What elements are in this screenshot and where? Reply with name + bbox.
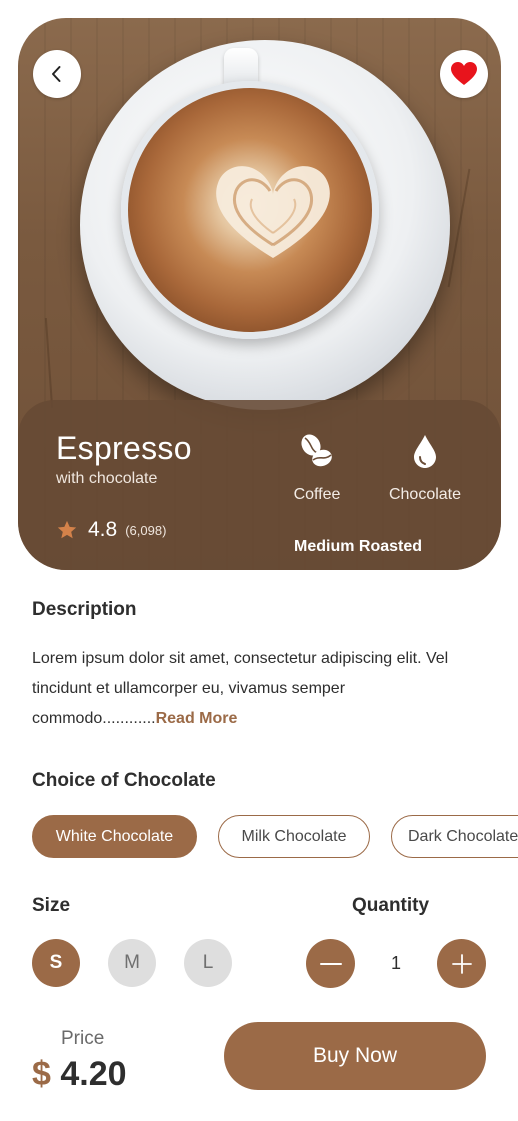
chevron-left-icon [52,66,61,82]
back-button[interactable] [33,50,81,98]
increase-quantity-button[interactable] [437,939,486,988]
rating-count: (6,098) [125,522,167,538]
quantity-value: 1 [390,953,401,973]
price-value: $ 4.20 [32,1055,127,1094]
roast-level: Medium Roasted [294,538,423,555]
product-info-panel: Espresso with chocolate 4.8 (6,098) Coff… [18,400,501,570]
buy-now-button[interactable]: Buy Now [224,1022,486,1090]
price-label: Price [61,1028,105,1049]
chip-dark-chocolate[interactable]: Dark Chocolate [391,815,518,858]
price-amount: 4.20 [60,1055,127,1093]
description-heading: Description [32,599,137,620]
wood-grain [44,318,54,408]
description-body: Lorem ipsum dolor sit amet, consectetur … [32,650,449,727]
currency-symbol: $ [32,1055,51,1093]
size-heading: Size [32,895,71,916]
size-l-button[interactable]: L [184,939,232,987]
hero-image-card: Espresso with chocolate 4.8 (6,098) Coff… [18,18,501,570]
size-s-button[interactable]: S [32,939,80,987]
read-more-link[interactable]: Read More [156,710,238,727]
latte-art-heart [216,166,330,258]
size-m-button[interactable]: M [108,939,156,987]
attribute-coffee: Coffee [272,433,362,504]
attribute-chocolate: Chocolate [380,433,470,504]
description-text: Lorem ipsum dolor sit amet, consectetur … [32,644,492,734]
quantity-heading: Quantity [352,895,430,916]
heart-icon [451,62,477,85]
decrease-quantity-button[interactable] [306,939,355,988]
wood-grain [447,168,471,288]
chocolate-heading: Choice of Chocolate [32,770,216,791]
product-title: Espresso [56,430,192,466]
rating-value: 4.8 [88,518,118,541]
chip-milk-chocolate[interactable]: Milk Chocolate [218,815,370,858]
product-subtitle: with chocolate [56,470,158,487]
minus-icon [319,962,342,965]
chip-white-chocolate[interactable]: White Chocolate [32,815,197,858]
plus-icon [451,953,472,974]
chocolate-options: White Chocolate Milk Chocolate Dark Choc… [32,815,518,859]
attribute-label: Chocolate [388,486,462,503]
coffee-beans-icon [301,434,332,467]
favorite-button[interactable] [440,50,488,98]
star-icon [57,520,77,539]
rating: 4.8 (6,098) [56,518,166,542]
drop-icon [414,435,436,468]
attribute-label: Coffee [293,486,341,503]
